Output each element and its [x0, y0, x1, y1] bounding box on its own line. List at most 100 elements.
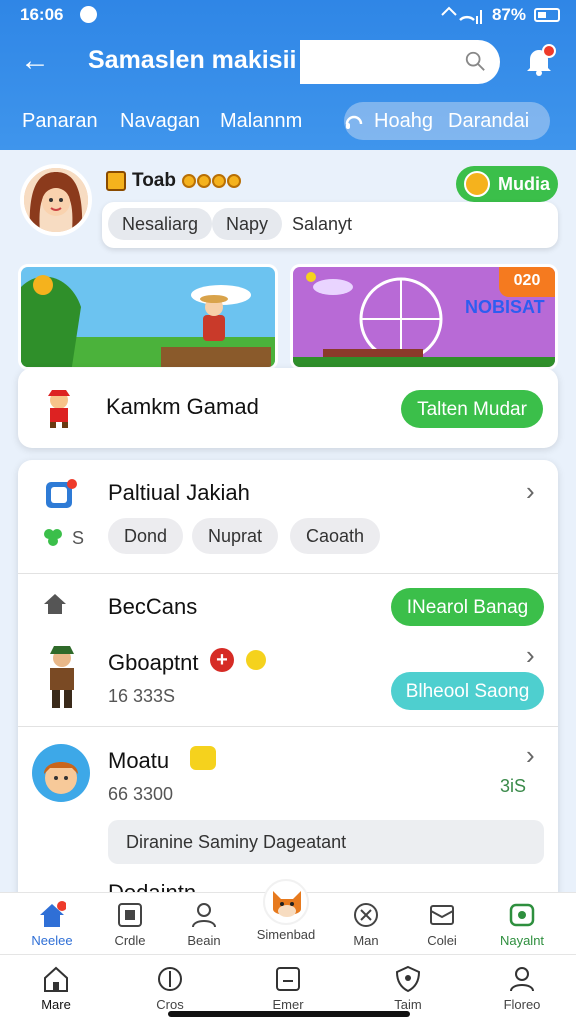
game-character-icon: [50, 646, 74, 708]
coin-balance: Toab: [106, 170, 241, 192]
banner-jungle-game[interactable]: [18, 264, 278, 370]
row-subtitle: 16 333S: [108, 686, 176, 706]
row-action-button[interactable]: Blheool Saong: [391, 672, 544, 710]
notification-dot: [542, 44, 556, 58]
person-icon: [192, 903, 216, 928]
home-shield-icon: [44, 594, 66, 614]
game-tab-bar: Neelee Crdle Beain Simenbad Man Colei Na…: [0, 879, 576, 954]
mudia-button-label: Mudia: [498, 174, 550, 194]
row-subtitle: 66 3300: [108, 784, 174, 804]
tab-colei[interactable]: Colei: [402, 901, 482, 948]
user-icon: [510, 967, 534, 992]
back-arrow-icon[interactable]: ←: [20, 44, 50, 78]
status-time: 16:06: [20, 5, 64, 24]
tab-label: Cros: [156, 997, 184, 1012]
avatar: [32, 744, 90, 802]
row-icon-sub: S: [72, 528, 85, 548]
tab-label: Man: [353, 933, 379, 948]
signal-icon: [441, 6, 482, 24]
game-list-card: Paltiual Jakiah › S Dond Nuprat Caoath B…: [18, 460, 558, 900]
tab-label: Colei: [427, 933, 457, 948]
wallet-icon: [106, 171, 126, 191]
row-title: Gboaptnt: [108, 650, 199, 675]
tab-label: Emer: [272, 997, 304, 1012]
status-bar: 16:06 87%: [0, 0, 576, 32]
tab-simenbad[interactable]: Simenbad: [246, 879, 326, 942]
chevron-right-icon[interactable]: ›: [526, 740, 535, 771]
tab-label: Crdle: [114, 933, 146, 948]
tab-label: Beain: [187, 933, 221, 948]
row-title: Paltiual Jakiah: [108, 480, 250, 505]
app-store-icon: [46, 479, 77, 508]
compass-icon: [158, 967, 182, 991]
tab-nayalnt[interactable]: Nayalnt: [482, 901, 562, 948]
chip-nesaliarg[interactable]: Nesaliarg: [108, 208, 213, 240]
divider: [18, 726, 558, 727]
featured-game-card[interactable]: Kamkm Gamad Talten Mudar: [18, 368, 558, 448]
game-banners: NOBISAT 020: [0, 264, 576, 374]
game-character-icon: [48, 390, 70, 428]
home-indicator[interactable]: [168, 1011, 410, 1017]
shield-icon: [395, 965, 421, 993]
chip-napy[interactable]: Napy: [212, 208, 283, 240]
tab-cros[interactable]: Cros: [130, 965, 210, 1012]
tab-label: Taim: [394, 997, 422, 1012]
tab-floreo[interactable]: Floreo: [482, 965, 562, 1012]
search-icon[interactable]: [464, 50, 486, 72]
chevron-right-icon[interactable]: ›: [526, 640, 535, 671]
tab-neelee[interactable]: Neelee: [12, 901, 92, 948]
row-side-value: 3iS: [500, 776, 527, 796]
app-header: ← Samaslen makisii: [0, 36, 576, 88]
list-item[interactable]: BecCans INearol Banag: [18, 574, 558, 644]
coin-icon: [464, 171, 490, 197]
subnav-pill-darandai[interactable]: Darandai: [448, 110, 529, 133]
target-icon: [354, 903, 378, 927]
subnav-item-malannm[interactable]: Malannm: [220, 110, 302, 133]
subnav-pill-hoahg[interactable]: Hoahg: [374, 110, 433, 133]
battery-percent: 87%: [491, 5, 526, 24]
subnav-item-panaran[interactable]: Panaran: [22, 110, 98, 133]
grid-icon: [118, 903, 142, 927]
notification-bell-icon[interactable]: [522, 44, 556, 78]
search-input[interactable]: [300, 40, 500, 84]
tab-mare[interactable]: Mare: [16, 965, 96, 1012]
subnav-pill-group[interactable]: Hoahg Darandai: [344, 102, 550, 140]
tab-crdle[interactable]: Crdle: [90, 901, 170, 948]
mudia-button[interactable]: Mudia: [456, 166, 558, 202]
tab-beain[interactable]: Beain: [164, 901, 244, 948]
coins-icon: [181, 174, 241, 188]
tab-emer[interactable]: Emer: [248, 965, 328, 1012]
info-banner[interactable]: Diranine Saminy Dageatant: [108, 820, 544, 864]
tab-man[interactable]: Man: [326, 901, 406, 948]
plus-badge-icon[interactable]: +: [210, 648, 234, 672]
clover-icon: [44, 529, 62, 546]
list-item[interactable]: Gboaptnt + 16 333S › Blheool Saong: [18, 640, 558, 724]
list-item[interactable]: Moatu 66 3300 › 3iS Diranine Saminy Dage…: [18, 728, 558, 878]
subnav-item-navagan[interactable]: Navagan: [120, 110, 200, 133]
chip-caoath[interactable]: Caoath: [290, 518, 381, 554]
sun-badge-icon: [190, 746, 216, 770]
tab-label: Neelee: [31, 933, 73, 948]
status-right: 87%: [440, 5, 560, 25]
row-title: Moatu: [108, 748, 170, 773]
chevron-right-icon[interactable]: ›: [526, 476, 535, 507]
avatar[interactable]: [20, 164, 92, 236]
featured-title: Kamkm Gamad: [106, 394, 259, 419]
profile-chip-group: Nesaliarg Napy Salanyt: [102, 202, 558, 248]
tab-taim[interactable]: Taim: [368, 965, 448, 1012]
chip-dond[interactable]: Dond: [108, 518, 184, 554]
chip-nuprat[interactable]: Nuprat: [192, 518, 279, 554]
banner-badge: 020: [499, 267, 555, 297]
banner-ferris-game[interactable]: NOBISAT 020: [290, 264, 558, 370]
chip-salanyt[interactable]: Salanyt: [278, 208, 366, 240]
row-action-button[interactable]: INearol Banag: [391, 588, 544, 626]
home-icon: [40, 901, 66, 927]
list-item[interactable]: Paltiual Jakiah › S Dond Nuprat Caoath: [18, 460, 558, 572]
sub-navigation: Panaran Navagan Malannm Hoahg Darandai: [0, 100, 576, 144]
house-outline-icon: [44, 966, 68, 992]
page-title: Samaslen makisii: [88, 46, 297, 74]
battery-icon: [534, 8, 560, 22]
featured-action-button[interactable]: Talten Mudar: [401, 390, 543, 428]
coin-label: Toab: [132, 170, 176, 191]
gift-icon: [509, 903, 535, 927]
